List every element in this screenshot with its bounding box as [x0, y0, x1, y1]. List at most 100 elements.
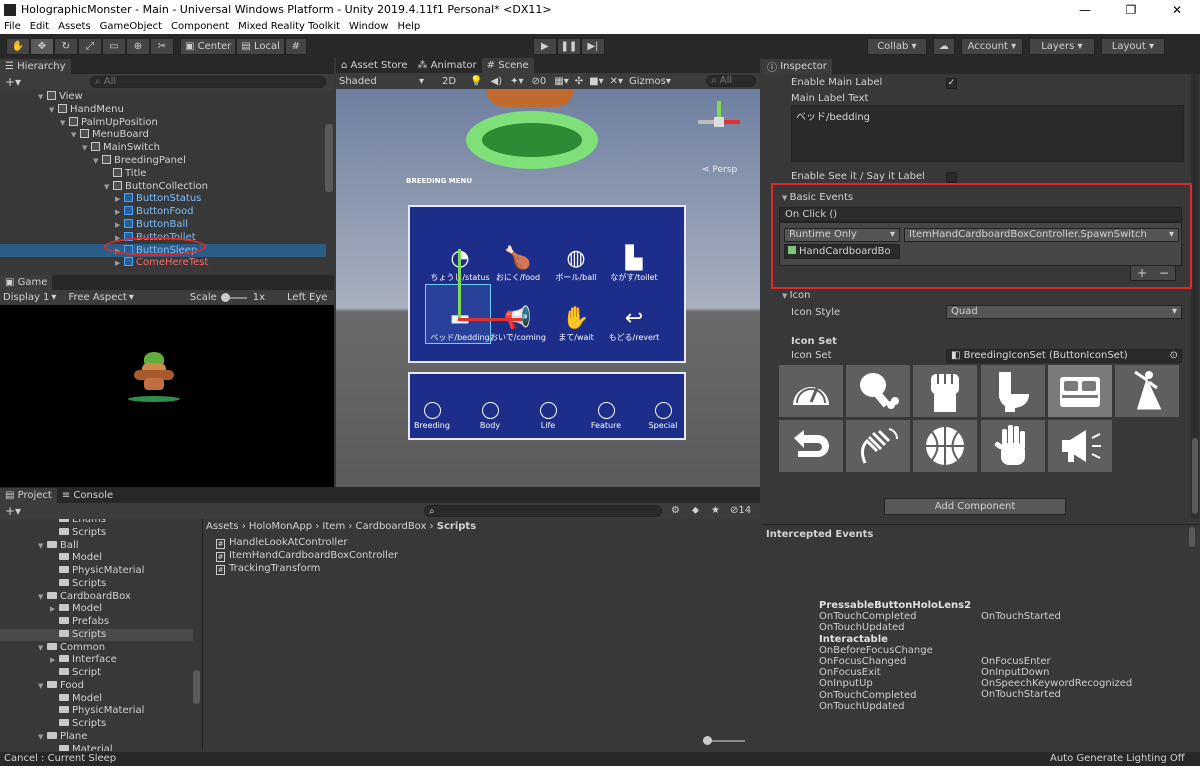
menu-help[interactable]: Help [397, 21, 420, 32]
expand-arrow-icon[interactable]: ▶ [50, 654, 59, 667]
project-tree-scrollbar[interactable] [193, 670, 200, 704]
fist-icon[interactable] [913, 365, 977, 417]
nav-button[interactable]: Breeding [402, 402, 462, 430]
object-field[interactable]: HandCardboardBo⊙ [784, 244, 900, 259]
minimize-icon[interactable]: — [1062, 0, 1108, 19]
display-dropdown[interactable]: Display 1 [3, 292, 49, 303]
nav-button[interactable]: Life [518, 402, 578, 430]
camera-icon[interactable]: ■▾ [589, 76, 603, 87]
list-item[interactable]: Model [0, 552, 193, 565]
main-label-text-field[interactable]: ベッド/bedding [791, 105, 1184, 162]
scene-search-input[interactable]: ⌕ All [706, 75, 756, 87]
move-handle-y[interactable] [458, 249, 461, 321]
layout-dropdown[interactable]: Layout ▾ [1100, 37, 1165, 55]
list-item[interactable]: Scripts [0, 718, 193, 731]
menu-component[interactable]: Component [171, 21, 229, 32]
scene-menu-icon[interactable]: ◍ ボール/ball [546, 246, 606, 283]
tab-inspector[interactable]: ⓘ Inspector [762, 58, 832, 74]
move-tool-icon[interactable]: ✥ [30, 37, 54, 55]
expand-arrow-icon[interactable]: ▼ [38, 591, 47, 604]
account-dropdown[interactable]: Account ▾ [960, 37, 1023, 55]
scale-tool-icon[interactable]: ⤢ [78, 37, 102, 55]
effects-icon[interactable]: ✦▾ [510, 76, 523, 87]
breadcrumb-cardboardbox[interactable]: CardboardBox [356, 521, 427, 532]
hidden-objects-icon[interactable]: ⊘0 [532, 76, 547, 87]
tab-animator[interactable]: ⁂ Animator [412, 58, 482, 73]
enable-see-it-checkbox[interactable] [946, 172, 957, 183]
scene-menu-icon[interactable]: ↩ もどる/revert [604, 306, 664, 343]
nav-button[interactable]: Special [633, 402, 693, 430]
hierarchy-row[interactable]: ▶ ButtonStatus [0, 192, 326, 205]
hierarchy-row[interactable]: ▶ ButtonBall [0, 218, 326, 231]
play-button-icon[interactable]: ▶ [532, 37, 557, 55]
audio-icon[interactable]: ◀) [491, 76, 503, 87]
scene-menu-icon[interactable]: 📢 おいで/coming [488, 306, 548, 343]
list-item[interactable]: PhysicMaterial [0, 705, 193, 718]
grid-snap-icon[interactable]: # [284, 37, 307, 55]
list-item[interactable]: # ItemHandCardboardBoxController [216, 550, 398, 563]
nav-button[interactable]: Body [460, 402, 520, 430]
transform-tool-icon[interactable]: ⊕ [126, 37, 150, 55]
expand-arrow-icon[interactable]: ▼ [38, 731, 47, 744]
hand-tool-icon[interactable]: ✋ [6, 37, 30, 55]
events-scrollbar[interactable] [1189, 527, 1195, 547]
expand-arrow-icon[interactable]: ▼ [38, 642, 47, 655]
cloud-icon[interactable]: ☁ [932, 37, 955, 55]
grid-icon[interactable]: ▦▾ [554, 76, 568, 87]
icon-foldout[interactable]: ▼ Icon [782, 290, 811, 301]
hierarchy-row[interactable]: ▼ BreedingPanel [0, 154, 326, 167]
filter-label-icon[interactable]: ⬥ [692, 505, 699, 516]
list-item[interactable]: ▼ Food [0, 680, 193, 693]
menu-mrtk[interactable]: Mixed Reality Toolkit [238, 21, 340, 32]
add-component-button[interactable]: Add Component [884, 498, 1066, 515]
menu-file[interactable]: File [4, 21, 21, 32]
move-handle-x[interactable] [458, 318, 522, 321]
icon-set-field[interactable]: ◧ BreedingIconSet (ButtonIconSet) ⊙ [946, 349, 1182, 363]
list-item[interactable]: # HandleLookAtController [216, 537, 398, 550]
bed-icon[interactable] [1048, 365, 1112, 417]
list-item[interactable]: Scripts [0, 628, 193, 642]
scene-viewport[interactable]: ⋖ Persp BREEDING MENU ◔ちょうし/status🍗おにく/f… [336, 89, 760, 487]
scene-gizmo[interactable] [696, 99, 742, 145]
hierarchy-row[interactable]: ▶Title [0, 167, 326, 180]
list-item[interactable]: Script [0, 667, 193, 680]
2d-toggle[interactable]: 2D [442, 76, 456, 87]
add-icon[interactable]: +▾ [5, 75, 21, 89]
list-item[interactable]: Scripts [0, 527, 193, 540]
list-item[interactable]: Enums [0, 519, 193, 527]
breadcrumb-holomonapp[interactable]: HoloMonApp [249, 521, 312, 532]
list-item[interactable]: Model [0, 693, 193, 706]
collab-button[interactable]: Collab ▾ [866, 37, 927, 55]
hierarchy-row[interactable]: ▼ PalmUpPosition [0, 116, 326, 129]
breadcrumb-scripts[interactable]: Scripts [437, 521, 476, 532]
maximize-icon[interactable]: ❐ [1108, 0, 1154, 19]
target-icon[interactable]: ⊙ [1170, 350, 1178, 362]
scene-menu-icon[interactable]: ✋ まて/wait [546, 306, 606, 343]
list-item[interactable]: Prefabs [0, 616, 193, 629]
tools-icon[interactable]: ✣ [575, 76, 583, 87]
breadcrumb-item[interactable]: Item [322, 521, 345, 532]
toilet-icon[interactable] [981, 365, 1045, 417]
project-search-input[interactable]: ⌕ [424, 505, 662, 517]
inspector-scrollbar[interactable] [1192, 438, 1198, 514]
basketball-icon[interactable] [913, 420, 977, 472]
tab-hierarchy[interactable]: ☰ Hierarchy [0, 58, 71, 74]
nav-button[interactable]: Feature [576, 402, 636, 430]
tab-game[interactable]: ▣ Game [0, 275, 53, 290]
breadcrumb-assets[interactable]: Assets [206, 521, 239, 532]
hierarchy-row[interactable]: ▼ ButtonCollection [0, 180, 326, 193]
expand-arrow-icon[interactable]: ▶ [115, 257, 124, 270]
remove-event-button[interactable]: − [1159, 266, 1169, 280]
megaphone-icon[interactable] [1048, 420, 1112, 472]
enable-main-label-checkbox[interactable]: ✓ [946, 78, 957, 89]
layers-dropdown[interactable]: Layers ▾ [1028, 37, 1095, 55]
tab-project[interactable]: ▤ Project [0, 487, 57, 503]
icon-size-slider[interactable] [703, 736, 745, 745]
hierarchy-row[interactable]: ▶ ButtonFood [0, 205, 326, 218]
hierarchy-scrollbar[interactable] [325, 124, 333, 192]
step-button-icon[interactable]: ▶| [580, 37, 605, 55]
list-item[interactable]: PhysicMaterial [0, 565, 193, 578]
runtime-dropdown[interactable]: Runtime Only ▾ [784, 228, 900, 242]
list-item[interactable]: # TrackingTransform [216, 563, 398, 576]
drumstick-icon[interactable] [846, 365, 910, 417]
